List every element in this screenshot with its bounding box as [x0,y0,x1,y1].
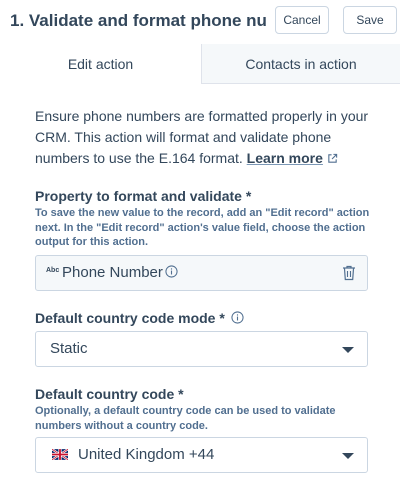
property-label: Property to format and validate * [35,188,252,204]
mode-label-text: Default country code mode * [35,310,225,326]
info-icon [165,265,178,278]
property-field[interactable]: Abc Phone Number [35,255,368,291]
action-title: 1. Validate and format phone num... [10,11,268,30]
trash-icon[interactable] [342,265,356,281]
mode-selected-value: Static [50,340,88,357]
external-link-icon[interactable] [327,153,338,164]
uk-flag-icon [52,449,68,460]
action-description: Ensure phone numbers are formatted prope… [35,106,375,169]
info-icon[interactable] [231,311,244,324]
save-button[interactable]: Save [343,6,397,34]
action-header: 1. Validate and format phone num... Canc… [0,0,400,44]
mode-label: Default country code mode * [35,310,244,326]
chevron-down-icon [342,347,354,353]
chevron-down-icon [342,453,354,459]
text-type-badge: Abc [46,267,60,274]
country-code-label: Default country code * [35,386,184,402]
tab-contacts-in-action[interactable]: Contacts in action [201,44,400,84]
country-code-help-text: Optionally, a default country code can b… [35,405,336,432]
property-value-text: Phone Number [62,264,163,281]
tab-edit-action[interactable]: Edit action [0,44,201,84]
country-code-select[interactable]: United Kingdom +44 [35,437,368,473]
property-help-text: To save the new value to the record, add… [35,207,370,248]
property-value: Phone Number [62,264,178,281]
tab-bar: Edit action Contacts in action [0,44,400,84]
cancel-button[interactable]: Cancel [275,6,329,34]
learn-more-link[interactable]: Learn more [247,150,323,166]
country-selected-value: United Kingdom +44 [78,446,215,463]
country-code-mode-select[interactable]: Static [35,331,368,367]
